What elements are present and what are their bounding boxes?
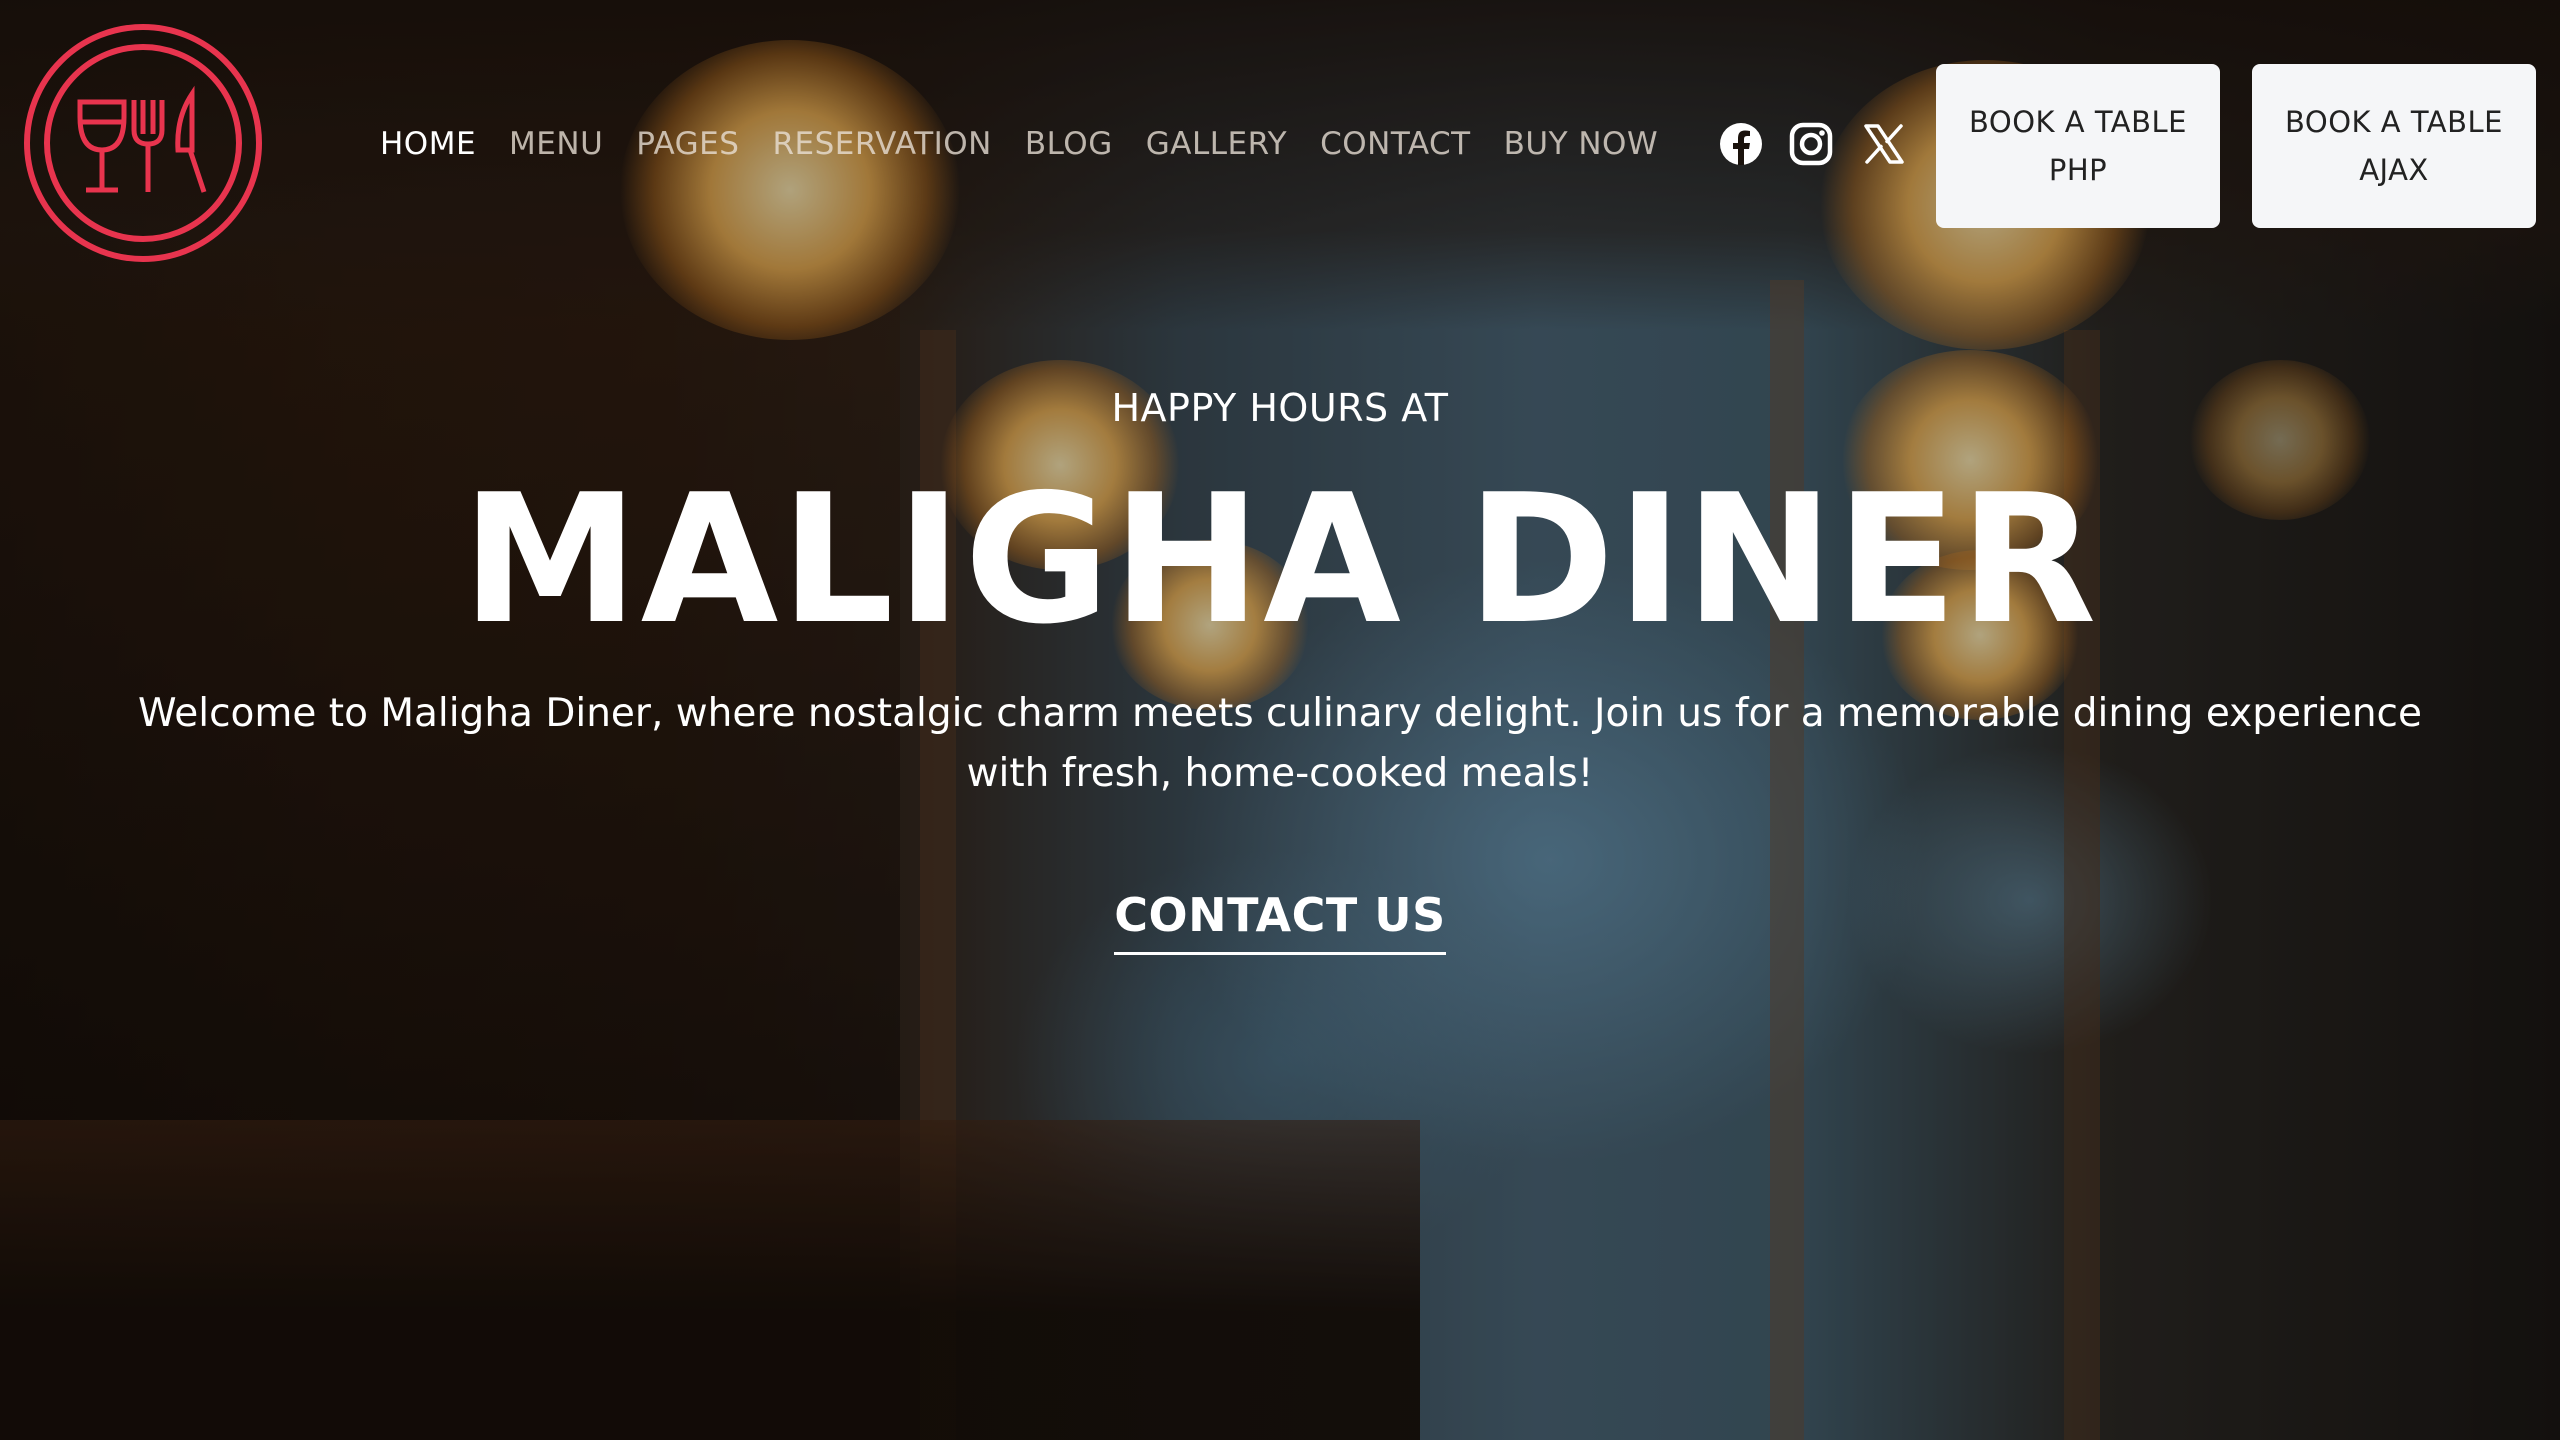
nav-item-pages[interactable]: PAGES bbox=[636, 126, 739, 162]
instagram-icon bbox=[1789, 122, 1833, 166]
book-table-ajax-label-line1: BOOK A TABLE bbox=[2284, 105, 2503, 139]
hero-lead: Welcome to Maligha Diner, where nostalgi… bbox=[80, 684, 2480, 804]
facebook-icon bbox=[1720, 123, 1762, 165]
nav-item-reservation[interactable]: RESERVATION bbox=[772, 126, 991, 162]
hero-kicker: HAPPY HOURS AT bbox=[1111, 386, 1449, 430]
hero-section: HOME MENU PAGES RESERVATION BLOG GALLERY… bbox=[0, 0, 2560, 1440]
site-logo[interactable] bbox=[22, 22, 264, 264]
nav-item-buy-now[interactable]: BUY NOW bbox=[1504, 126, 1659, 162]
book-table-php-label-line2: PHP bbox=[2048, 153, 2108, 187]
book-table-php-button[interactable]: BOOK A TABLE PHP bbox=[1936, 64, 2220, 228]
wine-glass-fork-knife-icon bbox=[24, 24, 262, 262]
x-link[interactable] bbox=[1860, 120, 1908, 168]
x-icon bbox=[1864, 124, 1904, 164]
instagram-link[interactable] bbox=[1787, 120, 1835, 168]
hero-lead-line2: with fresh, home-cooked meals! bbox=[966, 751, 1594, 796]
contact-us-wrap: CONTACT US bbox=[0, 888, 2560, 955]
nav-item-home[interactable]: HOME bbox=[380, 126, 476, 162]
hero-title: MALIGHA DINER bbox=[461, 456, 2099, 663]
facebook-link[interactable] bbox=[1717, 120, 1765, 168]
nav-item-gallery[interactable]: GALLERY bbox=[1146, 126, 1287, 162]
nav-item-blog[interactable]: BLOG bbox=[1025, 126, 1113, 162]
book-table-ajax-button[interactable]: BOOK A TABLE AJAX bbox=[2252, 64, 2536, 228]
book-table-ajax-label-line2: AJAX bbox=[2359, 153, 2429, 187]
book-table-php-label-line1: BOOK A TABLE bbox=[1968, 105, 2187, 139]
nav-item-menu[interactable]: MENU bbox=[509, 126, 603, 162]
main-nav: HOME MENU PAGES RESERVATION BLOG GALLERY… bbox=[380, 120, 1691, 168]
hero-lead-line1: Welcome to Maligha Diner, where nostalgi… bbox=[138, 691, 2422, 736]
contact-us-link[interactable]: CONTACT US bbox=[1114, 888, 1446, 955]
nav-item-contact[interactable]: CONTACT bbox=[1320, 126, 1471, 162]
